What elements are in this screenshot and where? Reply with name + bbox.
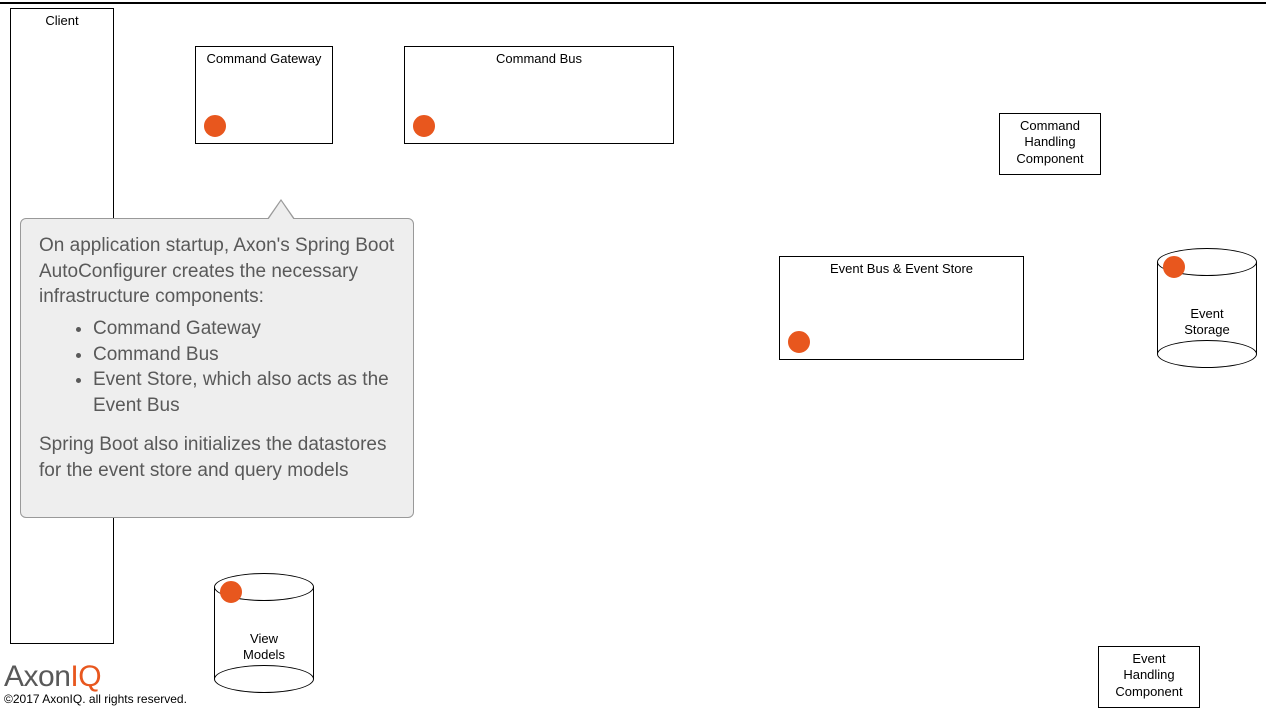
logo-text-iq: IQ <box>70 660 101 693</box>
top-rule <box>0 2 1266 4</box>
logo: AxonIQ <box>4 660 187 694</box>
logo-area: AxonIQ ©2017 AxonIQ. all rights reserved… <box>4 660 187 706</box>
box-command-gateway: Command Gateway <box>195 46 333 144</box>
marker-icon <box>413 115 435 137</box>
marker-icon <box>1163 256 1185 278</box>
cylinder-view-models-label: View Models <box>214 631 314 662</box>
copyright-text: ©2017 AxonIQ. all rights reserved. <box>4 692 187 706</box>
callout-bullets: Command Gateway Command Bus Event Store,… <box>39 316 395 419</box>
callout-bullet: Command Bus <box>93 342 395 368</box>
logo-text-axon: Axon <box>4 660 70 693</box>
box-command-bus-label: Command Bus <box>405 47 673 67</box>
cylinder-event-storage: Event Storage <box>1157 248 1257 368</box>
box-event-handling: Event Handling Component <box>1098 646 1200 708</box>
box-command-gateway-label: Command Gateway <box>196 47 332 67</box>
callout-bullet: Command Gateway <box>93 316 395 342</box>
cylinder-view-models: View Models <box>214 573 314 693</box>
callout-para2: Spring Boot also initializes the datasto… <box>39 432 395 483</box>
marker-icon <box>220 581 242 603</box>
marker-icon <box>788 331 810 353</box>
box-event-bus-store: Event Bus & Event Store <box>779 256 1024 360</box>
box-command-bus: Command Bus <box>404 46 674 144</box>
callout-para1: On application startup, Axon's Spring Bo… <box>39 233 395 310</box>
box-event-bus-store-label: Event Bus & Event Store <box>780 257 1023 277</box>
marker-icon <box>204 115 226 137</box>
callout-bullet: Event Store, which also acts as the Even… <box>93 367 395 418</box>
box-event-handling-label: Event Handling Component <box>1099 647 1199 700</box>
box-client-label: Client <box>11 9 113 29</box>
cylinder-event-storage-label: Event Storage <box>1157 306 1257 337</box>
box-command-handling-label: Command Handling Component <box>1000 114 1100 167</box>
box-command-handling: Command Handling Component <box>999 113 1101 175</box>
callout-box: On application startup, Axon's Spring Bo… <box>20 218 414 518</box>
